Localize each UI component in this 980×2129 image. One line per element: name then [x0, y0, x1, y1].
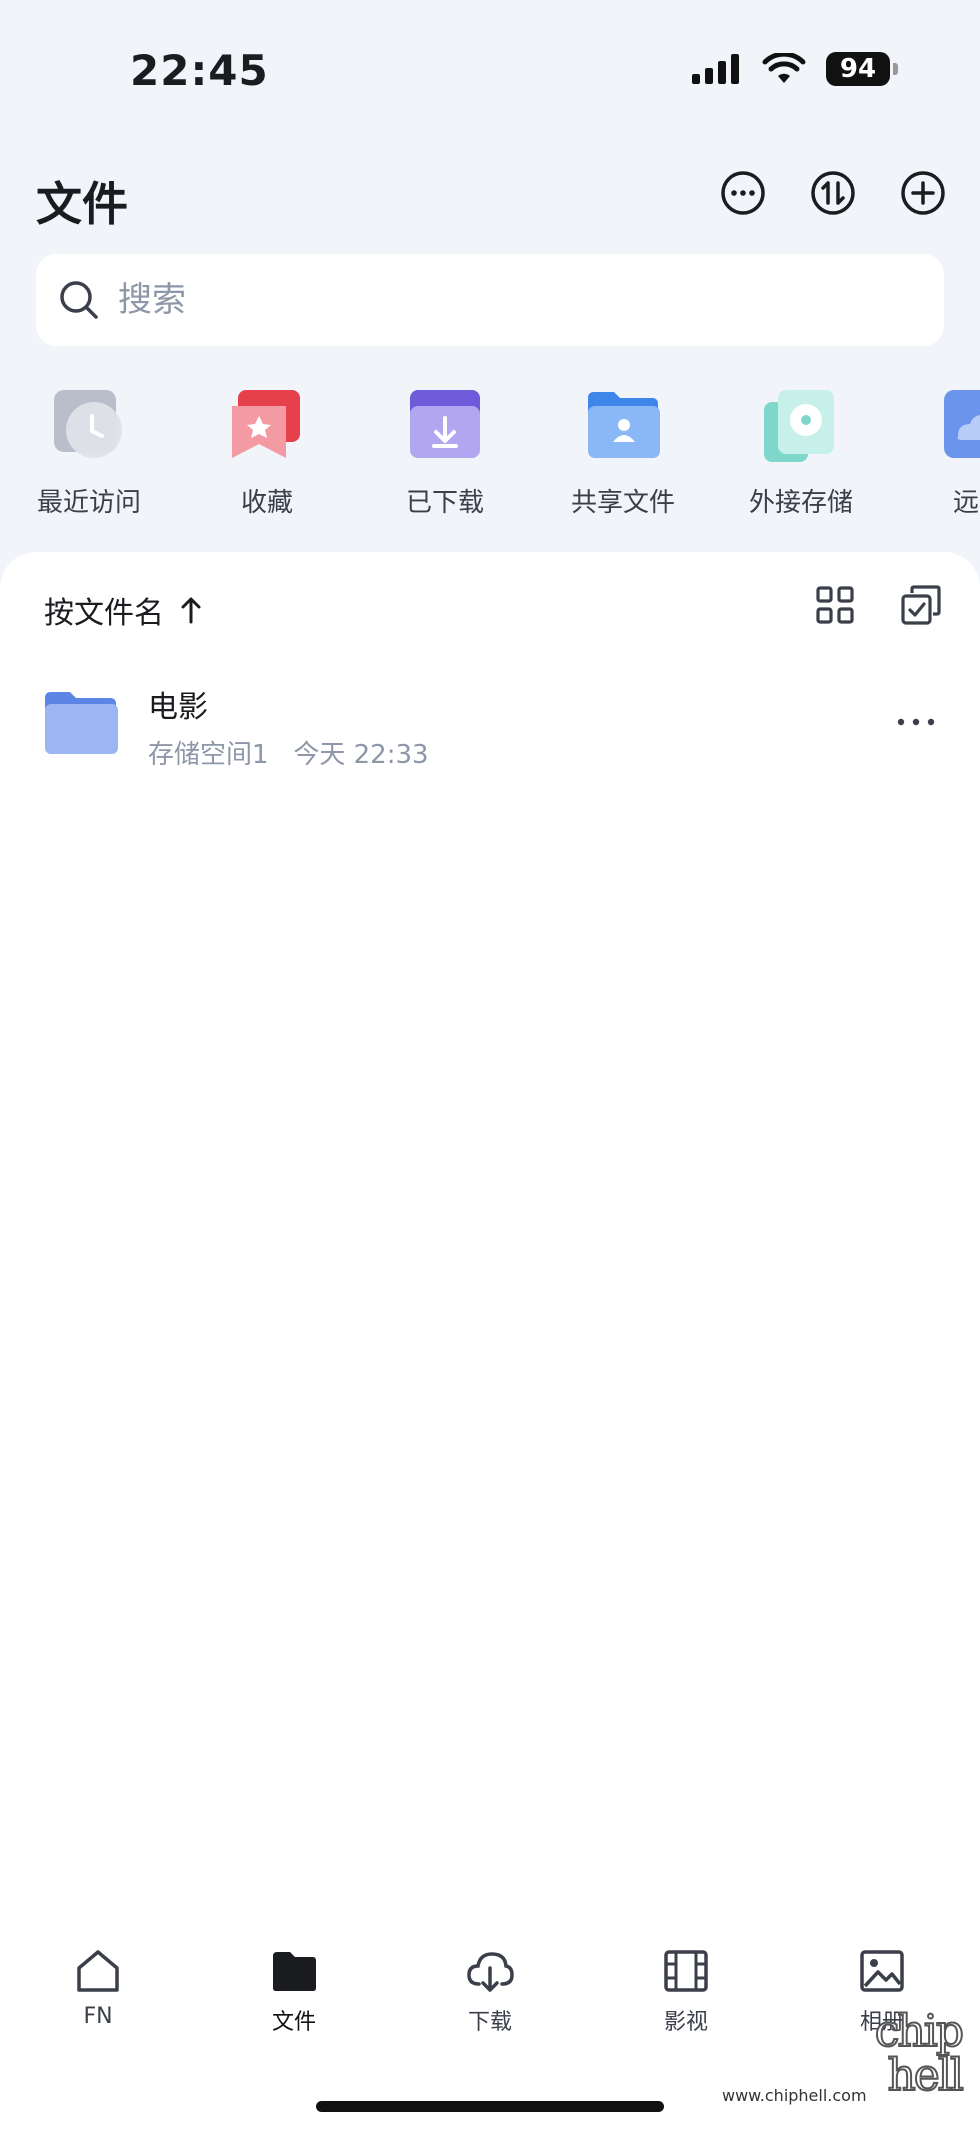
quick-item-favorites[interactable]: 收藏: [192, 384, 342, 519]
more-button[interactable]: [720, 170, 766, 216]
download-folder-icon: [410, 390, 480, 458]
tab-label: FN: [83, 2004, 113, 2029]
image-icon: [860, 1950, 904, 1992]
more-horizontal-icon: [897, 718, 935, 726]
grid-view-button[interactable]: [812, 582, 858, 628]
transfer-icon: [811, 171, 855, 215]
file-row[interactable]: 电影 存储空间1 今天 22:33: [0, 668, 980, 788]
file-name: 电影: [148, 690, 208, 725]
watermark-logo: chip hell: [874, 2006, 965, 2101]
arrow-up-icon: [181, 597, 201, 624]
watermark: chip hell www.chiphell.com: [722, 2006, 965, 2120]
quick-item-external[interactable]: 外接存储: [726, 384, 876, 519]
search-box[interactable]: [36, 254, 944, 346]
sort-label: 按文件名: [44, 596, 164, 631]
tab-downloads[interactable]: 下载: [420, 1948, 560, 2036]
cloud-download-icon: [467, 1952, 514, 1992]
grid-icon: [816, 586, 854, 624]
external-disk-icon: [764, 390, 834, 462]
status-icons: 94: [692, 52, 898, 86]
add-button[interactable]: [900, 170, 946, 216]
tab-fn[interactable]: FN: [28, 1948, 168, 2029]
film-icon: [664, 1950, 708, 1992]
status-bar: 22:45 94: [0, 0, 980, 140]
quick-label: 已下载: [405, 488, 484, 518]
tab-files[interactable]: 文件: [224, 1948, 364, 2036]
file-date: 今天: [293, 740, 346, 770]
search-icon: [56, 277, 102, 323]
quick-label: 远程: [952, 488, 980, 518]
signal-icon: [692, 54, 739, 84]
header-actions: [720, 170, 946, 216]
wifi-icon: [762, 53, 806, 83]
quick-item-recent[interactable]: 最近访问: [14, 384, 164, 519]
file-more-button[interactable]: [892, 702, 940, 742]
watermark-text: www.chiphell.com: [722, 2086, 867, 2105]
cloud-icon: [944, 390, 980, 458]
battery-indicator: 94: [826, 52, 898, 86]
tab-label: 文件: [271, 2010, 316, 2035]
star-bookmark-icon: [232, 390, 300, 458]
more-circle-icon: [721, 171, 765, 215]
page-title: 文件: [36, 177, 128, 231]
sort-button[interactable]: 按文件名: [44, 588, 204, 632]
search-input[interactable]: [116, 279, 900, 321]
status-time: 22:45: [130, 46, 269, 95]
view-actions: [812, 582, 944, 628]
folder-icon: [45, 692, 118, 754]
multi-select-icon: [901, 585, 941, 625]
quick-label: 共享文件: [570, 488, 675, 518]
quick-item-shared[interactable]: 共享文件: [548, 384, 698, 519]
file-time: 22:33: [353, 740, 429, 770]
shared-folder-icon: [588, 392, 660, 458]
tab-label: 下载: [467, 2010, 512, 2035]
file-meta: 存储空间1 今天 22:33: [148, 734, 429, 771]
folder-icon: [273, 1952, 316, 1991]
tab-label: 影视: [663, 2010, 708, 2035]
page-header: 文件: [36, 160, 946, 235]
quick-access-row: 最近访问 收藏 已下载 共享文件 外接存储 远: [0, 384, 980, 524]
home-indicator: [316, 2101, 664, 2112]
file-location: 存储空间1: [148, 740, 269, 770]
file-list-panel: 按文件名 电影 存储空间1 今天 22:33: [0, 552, 980, 2129]
multi-select-button[interactable]: [898, 582, 944, 628]
quick-item-downloaded[interactable]: 已下载: [370, 384, 520, 519]
quick-item-remote[interactable]: 远程: [904, 384, 980, 519]
clock-icon: [54, 390, 122, 458]
quick-label: 收藏: [240, 488, 293, 518]
quick-label: 最近访问: [36, 488, 141, 518]
quick-label: 外接存储: [748, 488, 853, 518]
home-icon: [77, 1950, 119, 1992]
transfer-button[interactable]: [810, 170, 856, 216]
plus-circle-icon: [901, 171, 945, 215]
